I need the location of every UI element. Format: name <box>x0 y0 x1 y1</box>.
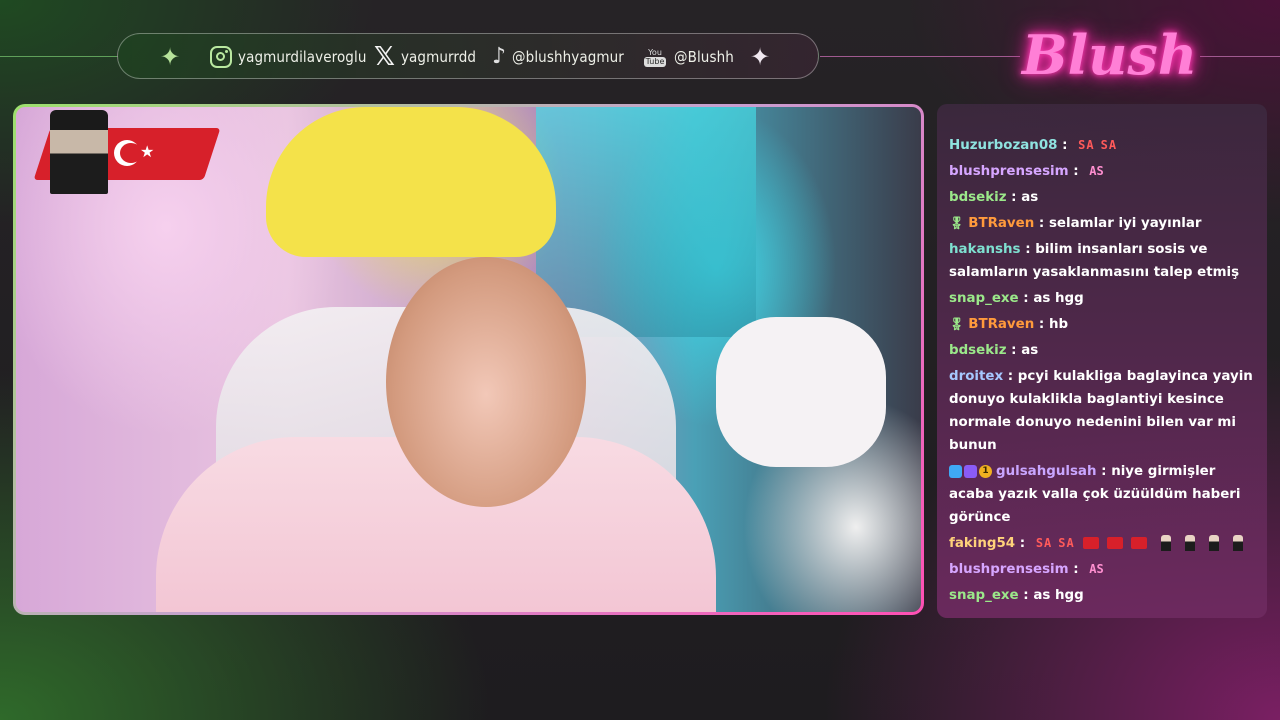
flag-emblem: ★ <box>22 110 232 202</box>
vip-badge-icon <box>964 464 977 478</box>
chat-message: 🎖 BTRaven : selamlar iyi yayınlar <box>949 212 1257 235</box>
banner-line-left <box>0 56 118 57</box>
chat-username[interactable]: droitex <box>949 369 1003 384</box>
chat-username[interactable]: bdsekiz <box>949 343 1007 358</box>
chat-text: as <box>1021 343 1039 358</box>
emote-icon: AS <box>1089 562 1104 576</box>
chat-separator: : <box>1018 588 1034 603</box>
chat-message: snap_exe : as hgg <box>949 287 1257 310</box>
chat-username[interactable]: blushprensesim <box>949 562 1069 577</box>
chat-separator: : <box>1003 369 1018 384</box>
emote-icon: SA <box>1058 536 1075 550</box>
chat-separator: : <box>1034 216 1049 231</box>
flag-emote-icon <box>1106 537 1123 549</box>
chat-username[interactable]: snap_exe <box>949 291 1019 306</box>
x-icon: 𝕏 <box>374 42 395 72</box>
brand-logo: Blush <box>1022 23 1198 87</box>
chat-separator: : <box>1006 343 1022 358</box>
chat-message: droitex : pcyi kulakliga baglayinca yayi… <box>949 365 1257 457</box>
instagram-handle: yagmurdilaveroglu <box>238 48 367 66</box>
streamer-head <box>386 257 586 507</box>
chat-message: 1 gulsahgulsah : niye girmişler acaba yaz… <box>949 460 1257 529</box>
chat-message: 🎖 BTRaven : hb <box>949 313 1257 336</box>
flag-emote-icon <box>1082 537 1099 549</box>
gift-badge-icon: 1 <box>979 464 992 478</box>
youtube-handle: @Blushh <box>674 48 734 66</box>
instagram-icon <box>210 46 232 68</box>
chat-message: faking54 : SA SA <box>949 532 1257 555</box>
chat-username[interactable]: blushprensesim <box>949 164 1069 179</box>
chat-message: bdsekiz : as <box>949 339 1257 362</box>
chat-separator: : <box>1020 242 1036 257</box>
portrait-emote-icon <box>1160 535 1171 551</box>
chat-text: as hgg <box>1033 291 1084 306</box>
emote-icon: SA <box>1100 138 1118 152</box>
emote-icon: SA <box>1078 138 1095 152</box>
chat-text: selamlar iyi yayınlar <box>1048 216 1202 231</box>
portrait-icon <box>50 110 108 194</box>
unicorn-plush <box>716 317 886 467</box>
youtube-icon: You Tube <box>643 47 667 67</box>
chat-username[interactable]: BTRaven <box>968 317 1034 332</box>
chat-separator: : <box>1057 138 1073 153</box>
plush-toy <box>266 107 556 257</box>
chat-message: Huzurbozan08 : SA SA <box>949 134 1257 157</box>
chat-message: snap_exe : as hgg <box>949 584 1257 607</box>
emote-icon: SA <box>1035 536 1053 550</box>
chat-username[interactable]: Huzurbozan08 <box>949 138 1057 153</box>
portrait-emote-icon <box>1232 535 1243 551</box>
portrait-emote-icon <box>1208 535 1219 551</box>
chat-username[interactable]: hakanshs <box>949 242 1021 257</box>
chat-message: blushprensesim : AS <box>949 558 1257 581</box>
chat-username[interactable]: BTRaven <box>968 216 1034 231</box>
emote-icon: AS <box>1089 164 1104 178</box>
chat-badge-icon: 🎖 <box>949 216 965 230</box>
chat-text: as <box>1021 190 1039 205</box>
chat-badge-icon: 🎖 <box>949 317 965 331</box>
instagram-link[interactable]: yagmurdilaveroglu <box>210 43 366 71</box>
shelf-background <box>536 107 756 337</box>
chat-message: hakanshs : bilim insanları sosis ve sala… <box>949 238 1257 284</box>
banner-line-far <box>1200 56 1280 57</box>
banner-line-right <box>820 56 1020 57</box>
tiktok-handle: @blushhyagmur <box>512 48 624 66</box>
tiktok-icon: ♪ <box>492 44 507 69</box>
x-handle: yagmurrdd <box>400 48 477 66</box>
chat-message: blushprensesim : AS <box>949 160 1257 183</box>
chat-separator: : <box>1018 291 1034 306</box>
chat-username[interactable]: bdsekiz <box>949 190 1007 205</box>
chat-username[interactable]: snap_exe <box>949 588 1019 603</box>
sparkle-icon: ✦ <box>750 43 771 71</box>
chat-panel[interactable]: Huzurbozan08 : SA SA blushprensesim : AS bd… <box>937 104 1267 618</box>
chat-separator: : <box>1006 190 1022 205</box>
chat-username[interactable]: faking54 <box>949 536 1015 551</box>
tiktok-link[interactable]: ♪ @blushhyagmur <box>492 43 624 71</box>
subscriber-badge-icon <box>949 464 962 478</box>
chat-text: hb <box>1048 317 1069 332</box>
crescent-icon <box>114 140 142 166</box>
chat-separator: : <box>1068 562 1084 577</box>
chat-separator: : <box>1015 536 1030 551</box>
chat-text: as hgg <box>1033 588 1084 603</box>
x-link[interactable]: 𝕏 yagmurrdd <box>374 43 476 71</box>
chat-separator: : <box>1068 164 1084 179</box>
star-icon: ★ <box>140 142 155 161</box>
social-bar: ✦ yagmurdilaveroglu 𝕏 yagmurrdd ♪ @blush… <box>117 33 819 79</box>
chat-username[interactable]: gulsahgulsah <box>996 464 1097 479</box>
chat-message: bdsekiz : as <box>949 186 1257 209</box>
chat-separator: : <box>1096 464 1112 479</box>
portrait-emote-icon <box>1184 535 1195 551</box>
chat-separator: : <box>1034 317 1049 332</box>
flag-emote-icon <box>1130 537 1147 549</box>
youtube-link[interactable]: You Tube @Blushh <box>642 43 734 71</box>
sparkle-icon: ✦ <box>160 43 181 71</box>
